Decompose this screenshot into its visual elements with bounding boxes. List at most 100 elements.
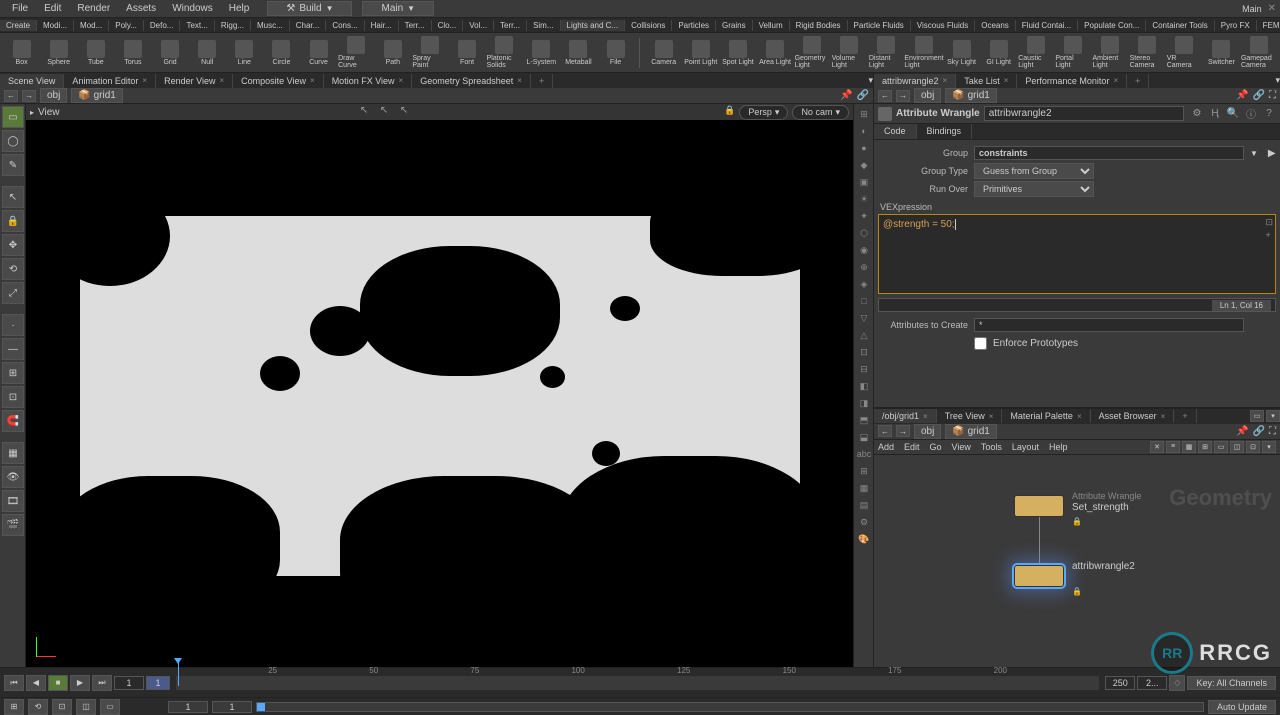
- shelf-tab[interactable]: FEM: [1257, 20, 1280, 31]
- net-menu-help[interactable]: Help: [1049, 442, 1068, 452]
- link-icon[interactable]: 🔗: [857, 90, 869, 101]
- range-current-input[interactable]: [212, 701, 252, 713]
- display-opt-icon[interactable]: ◨: [856, 395, 872, 411]
- grouptype-select[interactable]: Guess from Group: [974, 163, 1094, 179]
- shelf-tool-gamepad[interactable]: Gamepad Camera: [1241, 35, 1276, 71]
- enforce-checkbox[interactable]: [974, 337, 987, 350]
- shelf-tab[interactable]: Clo...: [432, 20, 464, 31]
- display-opt-icon[interactable]: ⊕: [856, 259, 872, 275]
- shelf-tab[interactable]: Rigg...: [215, 20, 251, 31]
- scene-viewport[interactable]: ▸ View ↖ ↖ ↖ 🔒 Persp ▾ No cam ▾: [26, 104, 853, 667]
- shelf-tab[interactable]: Particle Fluids: [848, 20, 911, 31]
- shelf-tab[interactable]: Musc...: [251, 20, 290, 31]
- shelf-tool-torus[interactable]: Torus: [115, 35, 150, 71]
- expand-icon[interactable]: ⛶: [1269, 90, 1276, 101]
- pane-tab-geosheet[interactable]: Geometry Spreadsheet×: [412, 74, 531, 88]
- menu-assets[interactable]: Assets: [118, 1, 164, 16]
- shelf-tool-drawcurve[interactable]: Draw Curve: [338, 35, 373, 71]
- network-node[interactable]: Attribute WrangleSet_strength 🔒: [1014, 495, 1064, 517]
- shelf-tool-spotlight[interactable]: Spot Light: [720, 35, 755, 71]
- menu-render[interactable]: Render: [69, 1, 118, 16]
- shelf-tool-gilight[interactable]: GI Light: [981, 35, 1016, 71]
- net-menu-add[interactable]: Add: [878, 442, 894, 452]
- pane-menu-icon[interactable]: ▾: [1275, 75, 1280, 86]
- shelf-tool-curve[interactable]: Curve: [301, 35, 336, 71]
- shelf-tab[interactable]: Vellum: [753, 20, 790, 31]
- net-menu-tools[interactable]: Tools: [981, 442, 1002, 452]
- pin-icon[interactable]: 📌: [840, 90, 852, 101]
- play-first-button[interactable]: ⏮: [4, 675, 24, 691]
- shelf-tool-ambientlight[interactable]: Ambient Light: [1092, 35, 1127, 71]
- shelf-tool-geolight[interactable]: Geometry Light: [795, 35, 830, 71]
- vex-plus-icon[interactable]: +: [1265, 230, 1273, 240]
- expand-icon[interactable]: ⛶: [1269, 426, 1276, 437]
- shelf-tab[interactable]: Defo...: [144, 20, 181, 31]
- display-opt-icon[interactable]: ◉: [856, 242, 872, 258]
- shelf-tool-grid[interactable]: Grid: [153, 35, 188, 71]
- runover-select[interactable]: Primitives: [974, 181, 1094, 197]
- inspect-tool[interactable]: 👁: [2, 466, 24, 488]
- snap-edge-tool[interactable]: —: [2, 338, 24, 360]
- nav-back-icon[interactable]: ←: [4, 90, 18, 102]
- playbar-opt-icon[interactable]: ⟲: [28, 699, 48, 715]
- playbar-opt-icon[interactable]: ▭: [100, 699, 120, 715]
- pane-tab-node[interactable]: attribwrangle2×: [874, 74, 956, 88]
- shelf-tool-spraypaint[interactable]: Spray Paint: [412, 35, 447, 71]
- keyframe-button[interactable]: ◇: [1169, 675, 1185, 691]
- network-node[interactable]: attribwrangle2 🔒: [1014, 565, 1064, 587]
- display-opt-icon[interactable]: ▣: [856, 174, 872, 190]
- lock-tool[interactable]: 🔒: [2, 210, 24, 232]
- shelf-tab[interactable]: Text...: [180, 20, 214, 31]
- shelf-tool-circle[interactable]: Circle: [264, 35, 299, 71]
- shelf-tool-vollight[interactable]: Volume Light: [832, 35, 867, 71]
- playbar-opt-icon[interactable]: ◫: [76, 699, 96, 715]
- help-icon[interactable]: ?: [1262, 107, 1276, 121]
- shelf-tool-switcher[interactable]: Switcher: [1204, 35, 1239, 71]
- shelf-tool-line[interactable]: Line: [227, 35, 262, 71]
- display-opt-icon[interactable]: ◐: [856, 123, 872, 139]
- display-opt-icon[interactable]: ⊡: [856, 344, 872, 360]
- attrs-input[interactable]: [974, 318, 1244, 332]
- display-opt-icon[interactable]: abc: [856, 446, 872, 462]
- display-opt-icon[interactable]: ⚙: [856, 514, 872, 530]
- display-opt-icon[interactable]: ◆: [856, 157, 872, 173]
- shelf-tab[interactable]: Poly...: [109, 20, 144, 31]
- rotate-tool[interactable]: ⟲: [2, 258, 24, 280]
- node-name-input[interactable]: [984, 106, 1184, 121]
- shelf-tab[interactable]: Viscous Fluids: [911, 20, 975, 31]
- display-opt-icon[interactable]: ▦: [856, 480, 872, 496]
- handle-icon[interactable]: ↖: [360, 105, 374, 119]
- pane-tab-sceneview[interactable]: Scene View: [0, 74, 64, 88]
- path-crumb-obj[interactable]: obj: [40, 88, 67, 103]
- shelf-tab[interactable]: Mod...: [74, 20, 109, 31]
- snap-multi-tool[interactable]: ⊡: [2, 386, 24, 408]
- display-opt-icon[interactable]: ◈: [856, 276, 872, 292]
- net-tool-icon[interactable]: ◫: [1230, 441, 1244, 453]
- shelf-tool-distlight[interactable]: Distant Light: [869, 35, 904, 71]
- snap-point-tool[interactable]: ·: [2, 314, 24, 336]
- display-opt-icon[interactable]: ⊟: [856, 361, 872, 377]
- shelf-tab[interactable]: Terr...: [494, 20, 527, 31]
- shelf-tool-tube[interactable]: Tube: [78, 35, 113, 71]
- lasso-tool[interactable]: ◯: [2, 130, 24, 152]
- pane-tab-assetbrowser[interactable]: Asset Browser×: [1091, 409, 1175, 423]
- playbar-opt-icon[interactable]: ⊡: [52, 699, 72, 715]
- net-menu-go[interactable]: Go: [930, 442, 942, 452]
- shelf-tab[interactable]: Cons...: [326, 20, 364, 31]
- path-crumb-obj[interactable]: obj: [914, 88, 941, 103]
- pin-icon[interactable]: 📌: [1236, 426, 1248, 437]
- shelf-tab[interactable]: Rigid Bodies: [790, 20, 848, 31]
- display-opt-icon[interactable]: ⊞: [856, 106, 872, 122]
- shelf-tab[interactable]: Particles: [672, 20, 716, 31]
- shelf-tab[interactable]: Sim...: [527, 20, 560, 31]
- search-icon[interactable]: 🔍: [1226, 107, 1240, 121]
- vex-expand-icon[interactable]: ⊡: [1265, 217, 1273, 228]
- path-crumb-grid1[interactable]: 📦 grid1: [71, 88, 122, 103]
- net-menu-layout[interactable]: Layout: [1012, 442, 1039, 452]
- reload-icon[interactable]: Ң: [1208, 107, 1222, 121]
- key-channels-button[interactable]: Key: All Channels: [1187, 676, 1276, 690]
- shelf-tool-file[interactable]: File: [598, 35, 633, 71]
- display-opt-icon[interactable]: ◧: [856, 378, 872, 394]
- camera-dropdown[interactable]: No cam ▾: [792, 105, 849, 120]
- nav-fwd-icon[interactable]: →: [896, 90, 910, 102]
